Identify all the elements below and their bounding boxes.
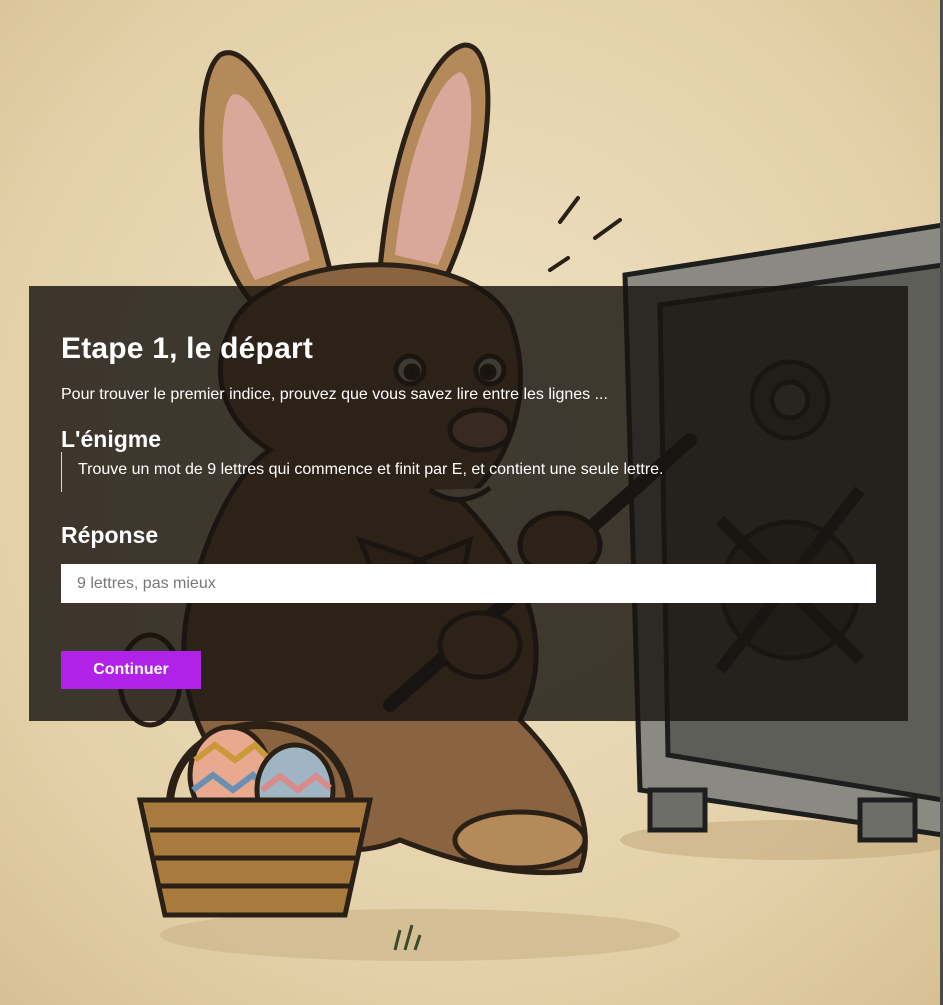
step-card: Etape 1, le départ Pour trouver le premi… <box>29 286 908 721</box>
enigma-text: Trouve un mot de 9 lettres qui commence … <box>61 452 841 492</box>
answer-heading: Réponse <box>61 522 159 548</box>
step-subtitle: Pour trouver le premier indice, prouvez … <box>61 386 608 403</box>
answer-input[interactable] <box>61 564 876 603</box>
enigma-heading: L'énigme <box>61 426 162 452</box>
step-title: Etape 1, le départ <box>61 332 314 365</box>
continue-button[interactable]: Continuer <box>61 651 201 689</box>
enigma-text-content: Trouve un mot de 9 lettres qui commence … <box>78 461 664 478</box>
